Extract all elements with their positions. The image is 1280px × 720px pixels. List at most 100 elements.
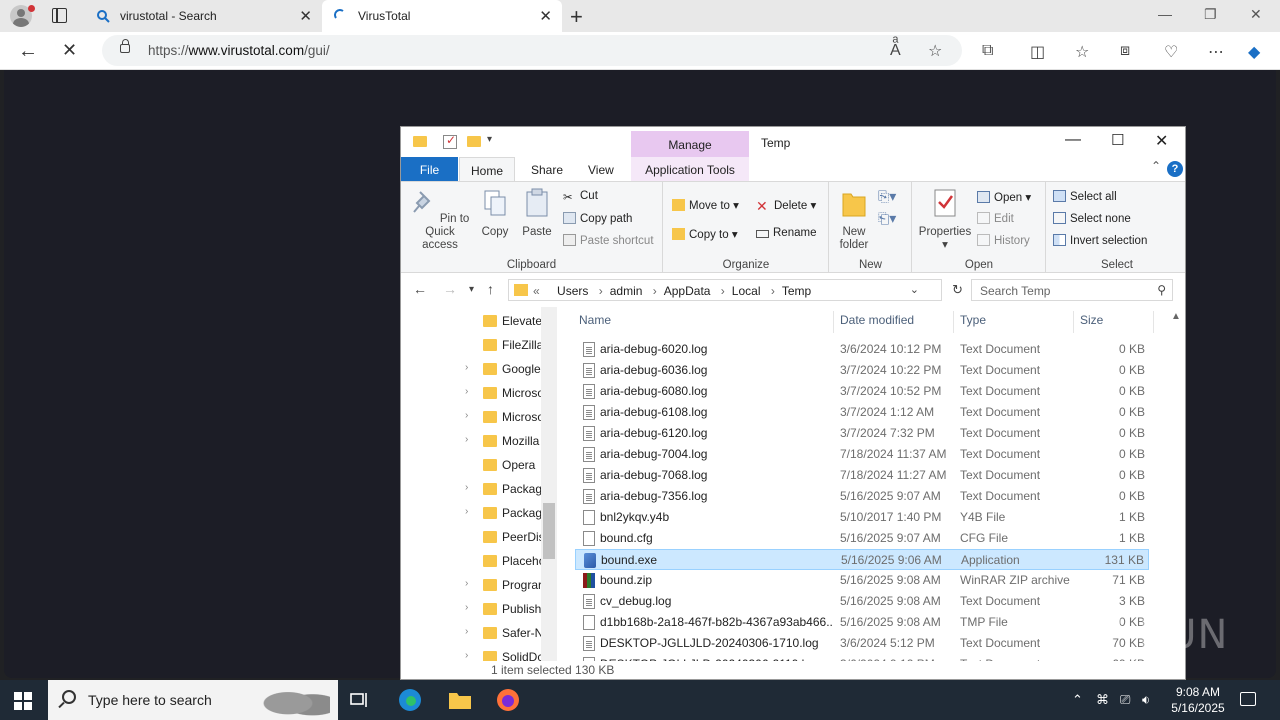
favorites-icon[interactable]: ☆ — [1075, 42, 1089, 62]
paste-shortcut-button[interactable]: Paste shortcut — [563, 234, 654, 247]
chevron-right-icon[interactable]: › — [465, 386, 468, 397]
nav-item[interactable]: › Microso — [401, 381, 541, 405]
nav-item[interactable]: › Safer-N — [401, 621, 541, 645]
clock[interactable]: 9:08 AM 5/16/2025 — [1160, 684, 1236, 716]
file-row[interactable]: bound.zip 5/16/2025 9:08 AM WinRAR ZIP arc… — [575, 570, 1149, 591]
nav-item[interactable]: FileZilla — [401, 333, 541, 357]
column-type[interactable]: Type — [960, 313, 986, 327]
breadcrumb-local[interactable]: Local — [732, 284, 761, 298]
address-bar[interactable]: https://www.virustotal.com/gui/ Aͣ ☆ — [102, 35, 962, 66]
file-row[interactable]: bound.cfg 5/16/2025 9:07 AM CFG File 1 KB — [575, 528, 1149, 549]
history-button[interactable]: History — [977, 234, 1030, 247]
taskbar-search[interactable]: Type here to search — [48, 680, 338, 720]
restore-icon[interactable]: ❐ — [1204, 6, 1217, 23]
stop-loading-button[interactable]: ✕ — [62, 40, 77, 61]
easy-access-icon[interactable]: ⎗▾ — [878, 210, 896, 227]
select-none-button[interactable]: Select none — [1053, 212, 1131, 225]
minimize-icon[interactable]: — — [1158, 6, 1172, 22]
nav-item[interactable]: Placeho — [401, 549, 541, 573]
tab-virustotal[interactable]: VirusTotal ✕ — [322, 0, 562, 32]
tab-view[interactable]: View — [588, 157, 614, 181]
extensions-icon[interactable]: ⧉ — [982, 42, 993, 60]
file-row[interactable]: bound.exe 5/16/2025 9:06 AM Application 131… — [575, 549, 1149, 570]
scroll-thumb[interactable] — [543, 503, 555, 559]
chevron-right-icon[interactable]: › — [465, 506, 468, 517]
close-tab-icon[interactable]: ✕ — [539, 7, 552, 25]
path-box[interactable]: « Users › admin › AppData › Local › Temp ⌄ ↻ — [508, 279, 963, 301]
copy-path-button[interactable]: Copy path — [563, 212, 632, 225]
file-row[interactable]: aria-debug-6080.log 3/7/2024 10:52 PM Text… — [575, 381, 1149, 402]
tab-actions-icon[interactable] — [52, 8, 67, 23]
new-item-icon[interactable]: ⎘▾ — [878, 188, 896, 205]
breadcrumb-appdata[interactable]: AppData — [664, 284, 711, 298]
chevron-right-icon[interactable]: › — [465, 434, 468, 445]
edge-icon[interactable] — [398, 688, 422, 712]
rename-button[interactable]: Rename — [756, 227, 816, 239]
nav-item[interactable]: › Prograr — [401, 573, 541, 597]
help-icon[interactable]: ? — [1167, 161, 1183, 177]
tab-share[interactable]: Share — [531, 157, 563, 181]
new-folder-icon[interactable] — [467, 136, 481, 147]
column-size[interactable]: Size — [1080, 313, 1103, 327]
file-row[interactable]: aria-debug-6020.log 3/6/2024 10:12 PM Text… — [575, 339, 1149, 360]
nav-item[interactable]: Opera — [401, 453, 541, 477]
column-date-modified[interactable]: Date modified — [840, 313, 914, 327]
scroll-up-icon[interactable]: ▲ — [1171, 311, 1181, 322]
close-window-icon[interactable]: ✕ — [1250, 6, 1262, 23]
nav-item[interactable]: › Packag — [401, 501, 541, 525]
more-menu-icon[interactable]: ⋯ — [1208, 42, 1224, 62]
file-row[interactable]: cv_debug.log 5/16/2025 9:08 AM Text Docume… — [575, 591, 1149, 612]
chevron-right-icon[interactable]: › — [465, 602, 468, 613]
file-row[interactable]: aria-debug-6036.log 3/7/2024 10:22 PM Text… — [575, 360, 1149, 381]
breadcrumb-temp[interactable]: Temp — [782, 284, 811, 298]
network-icon[interactable]: ⎚ — [1120, 692, 1130, 708]
task-view-icon[interactable] — [348, 688, 372, 712]
manage-context-tab[interactable]: Manage — [631, 131, 749, 157]
chevron-right-icon[interactable]: › — [465, 482, 468, 493]
tray-expand-icon[interactable]: ⌃ — [1072, 692, 1083, 708]
read-aloud-icon[interactable]: Aͣ — [890, 42, 901, 60]
forward-arrow-icon[interactable]: → — [443, 281, 457, 297]
new-folder-button[interactable]: New folder — [834, 188, 874, 252]
chevron-right-icon[interactable]: › — [465, 650, 468, 661]
file-row[interactable]: aria-debug-6120.log 3/7/2024 7:32 PM Text … — [575, 423, 1149, 444]
file-row[interactable]: bnl2ykqv.y4b 5/10/2017 1:40 PM Y4B File 1 K… — [575, 507, 1149, 528]
qat-dropdown-icon[interactable]: ▾ — [487, 134, 492, 145]
path-dropdown-icon[interactable]: ⌄ — [910, 283, 919, 296]
refresh-icon[interactable]: ↻ — [952, 282, 963, 298]
minimize-icon[interactable]: — — [1065, 131, 1081, 149]
nav-item[interactable]: › Mozilla — [401, 429, 541, 453]
column-name[interactable]: Name — [579, 313, 611, 327]
edit-button[interactable]: Edit — [977, 212, 1014, 225]
open-button[interactable]: Open ▾ — [977, 190, 1031, 204]
tab-home[interactable]: Home — [459, 157, 515, 181]
maximize-icon[interactable]: ☐ — [1111, 131, 1124, 149]
new-tab-button[interactable]: + — [570, 4, 583, 30]
nav-item[interactable]: › Packag — [401, 477, 541, 501]
collapse-ribbon-icon[interactable]: ⌃ — [1151, 159, 1161, 173]
tab-virustotal-search[interactable]: virustotal - Search ✕ — [84, 0, 322, 32]
favorite-star-icon[interactable]: ☆ — [928, 41, 942, 61]
notifications-icon[interactable] — [1240, 692, 1256, 706]
move-to-button[interactable]: Move to ▾ — [672, 198, 739, 212]
file-row[interactable]: aria-debug-6108.log 3/7/2024 1:12 AM Text … — [575, 402, 1149, 423]
invert-selection-button[interactable]: Invert selection — [1053, 234, 1147, 247]
delete-button[interactable]: ✕ Delete ▾ — [756, 198, 816, 214]
cut-button[interactable]: ✂ Cut — [563, 190, 598, 204]
device-icon[interactable]: ⌘ — [1096, 692, 1109, 708]
volume-icon[interactable]: 🔉︎ — [1142, 692, 1150, 708]
search-input[interactable]: Search Temp ⚲ — [971, 279, 1173, 301]
close-tab-icon[interactable]: ✕ — [299, 7, 312, 25]
close-icon[interactable]: ✕ — [1155, 131, 1168, 151]
nav-item[interactable]: › Publish — [401, 597, 541, 621]
up-arrow-icon[interactable]: ↑ — [487, 281, 494, 297]
file-explorer-taskbar-icon[interactable] — [448, 688, 472, 712]
breadcrumb-admin[interactable]: admin — [610, 284, 643, 298]
tab-file[interactable]: File — [401, 157, 458, 181]
paste-button[interactable]: Paste — [519, 188, 555, 239]
nav-item[interactable]: Elevate — [401, 309, 541, 333]
copy-button[interactable]: Copy — [477, 188, 513, 239]
chevron-right-icon[interactable]: › — [465, 578, 468, 589]
tab-application-tools[interactable]: Application Tools — [631, 157, 749, 181]
split-screen-icon[interactable]: ◫ — [1030, 42, 1045, 62]
